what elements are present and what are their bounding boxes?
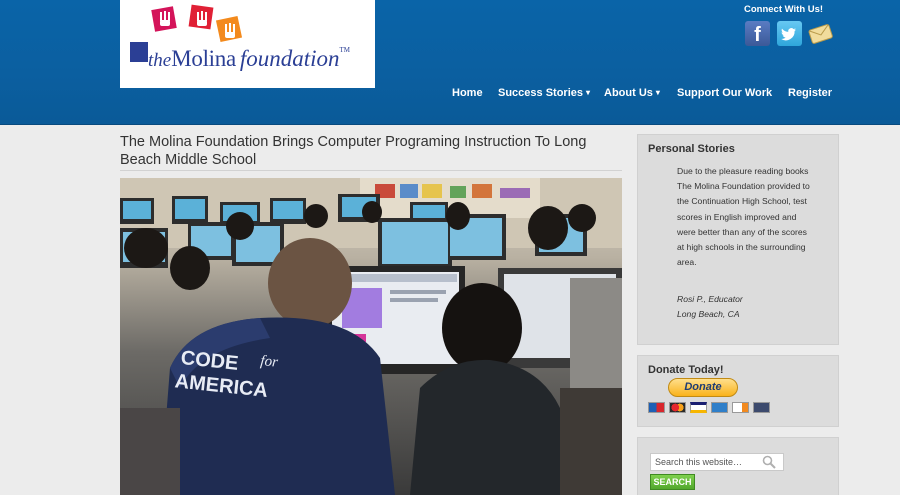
- twitter-icon[interactable]: [777, 21, 802, 46]
- nav-success-stories-label: Success Stories: [498, 87, 583, 99]
- nav-home[interactable]: Home: [452, 87, 483, 101]
- twitter-bird-icon: [781, 28, 796, 41]
- visa-card-icon: [690, 402, 707, 413]
- personal-stories-heading: Personal Stories: [648, 143, 735, 155]
- donate-widget: Donate Today! Donate: [637, 355, 839, 427]
- nav-success-stories[interactable]: Success Stories ▾: [498, 87, 590, 101]
- facebook-icon[interactable]: f: [745, 21, 770, 46]
- nav-register[interactable]: Register: [788, 87, 832, 101]
- maestro-card-icon: [648, 402, 665, 413]
- logo-wordmark: theMolina foundationTM: [148, 46, 350, 72]
- article-title: The Molina Foundation Brings Computer Pr…: [120, 134, 587, 168]
- search-widget: SEARCH: [637, 437, 839, 495]
- nav-support-our-work-label: Support Our Work: [677, 87, 773, 99]
- envelope-icon: [808, 24, 833, 44]
- logo-tm: TM: [339, 46, 351, 54]
- personal-stories-widget: Personal Stories Due to the pleasure rea…: [637, 134, 839, 345]
- chevron-down-icon: ▾: [586, 88, 591, 97]
- mastercard-icon: [669, 402, 686, 413]
- chevron-down-icon: ▾: [655, 88, 660, 97]
- donate-button[interactable]: Donate: [668, 378, 738, 397]
- nav-about-us[interactable]: About Us ▾: [604, 87, 660, 101]
- logo-the: the: [148, 50, 172, 71]
- classroom-photo-illustration: CODE for AMERICA: [120, 178, 622, 495]
- discover-card-icon: [732, 402, 749, 413]
- logo-blue-hand-icon: [130, 42, 148, 62]
- personal-stories-author: Rosi P., Educator: [677, 294, 743, 304]
- search-button[interactable]: SEARCH: [650, 474, 695, 490]
- title-divider: [120, 170, 622, 171]
- facebook-glyph: f: [754, 24, 761, 46]
- logo-foundation: foundation: [239, 46, 340, 71]
- personal-stories-quote: Due to the pleasure reading books The Mo…: [677, 166, 810, 268]
- mail-icon[interactable]: [808, 21, 833, 46]
- logo-molina: Molina: [171, 46, 236, 71]
- jacket-for-text: for: [260, 353, 279, 371]
- logo-hands-icon: [160, 11, 235, 38]
- personal-stories-location: Long Beach, CA: [677, 309, 740, 319]
- search-icon[interactable]: [762, 455, 776, 469]
- donate-heading: Donate Today!: [648, 364, 724, 376]
- nav-home-label: Home: [452, 87, 483, 99]
- site-logo[interactable]: theMolina foundationTM: [120, 0, 375, 88]
- amex-card-icon: [711, 402, 728, 413]
- connect-label: Connect With Us!: [744, 4, 824, 15]
- bank-card-icon: [753, 402, 770, 413]
- article-photo: CODE for AMERICA: [120, 178, 622, 495]
- nav-support-our-work[interactable]: Support Our Work: [677, 87, 772, 101]
- site-header: theMolina foundationTM Connect With Us! …: [0, 0, 900, 125]
- nav-about-us-label: About Us: [604, 87, 653, 99]
- nav-register-label: Register: [788, 87, 833, 99]
